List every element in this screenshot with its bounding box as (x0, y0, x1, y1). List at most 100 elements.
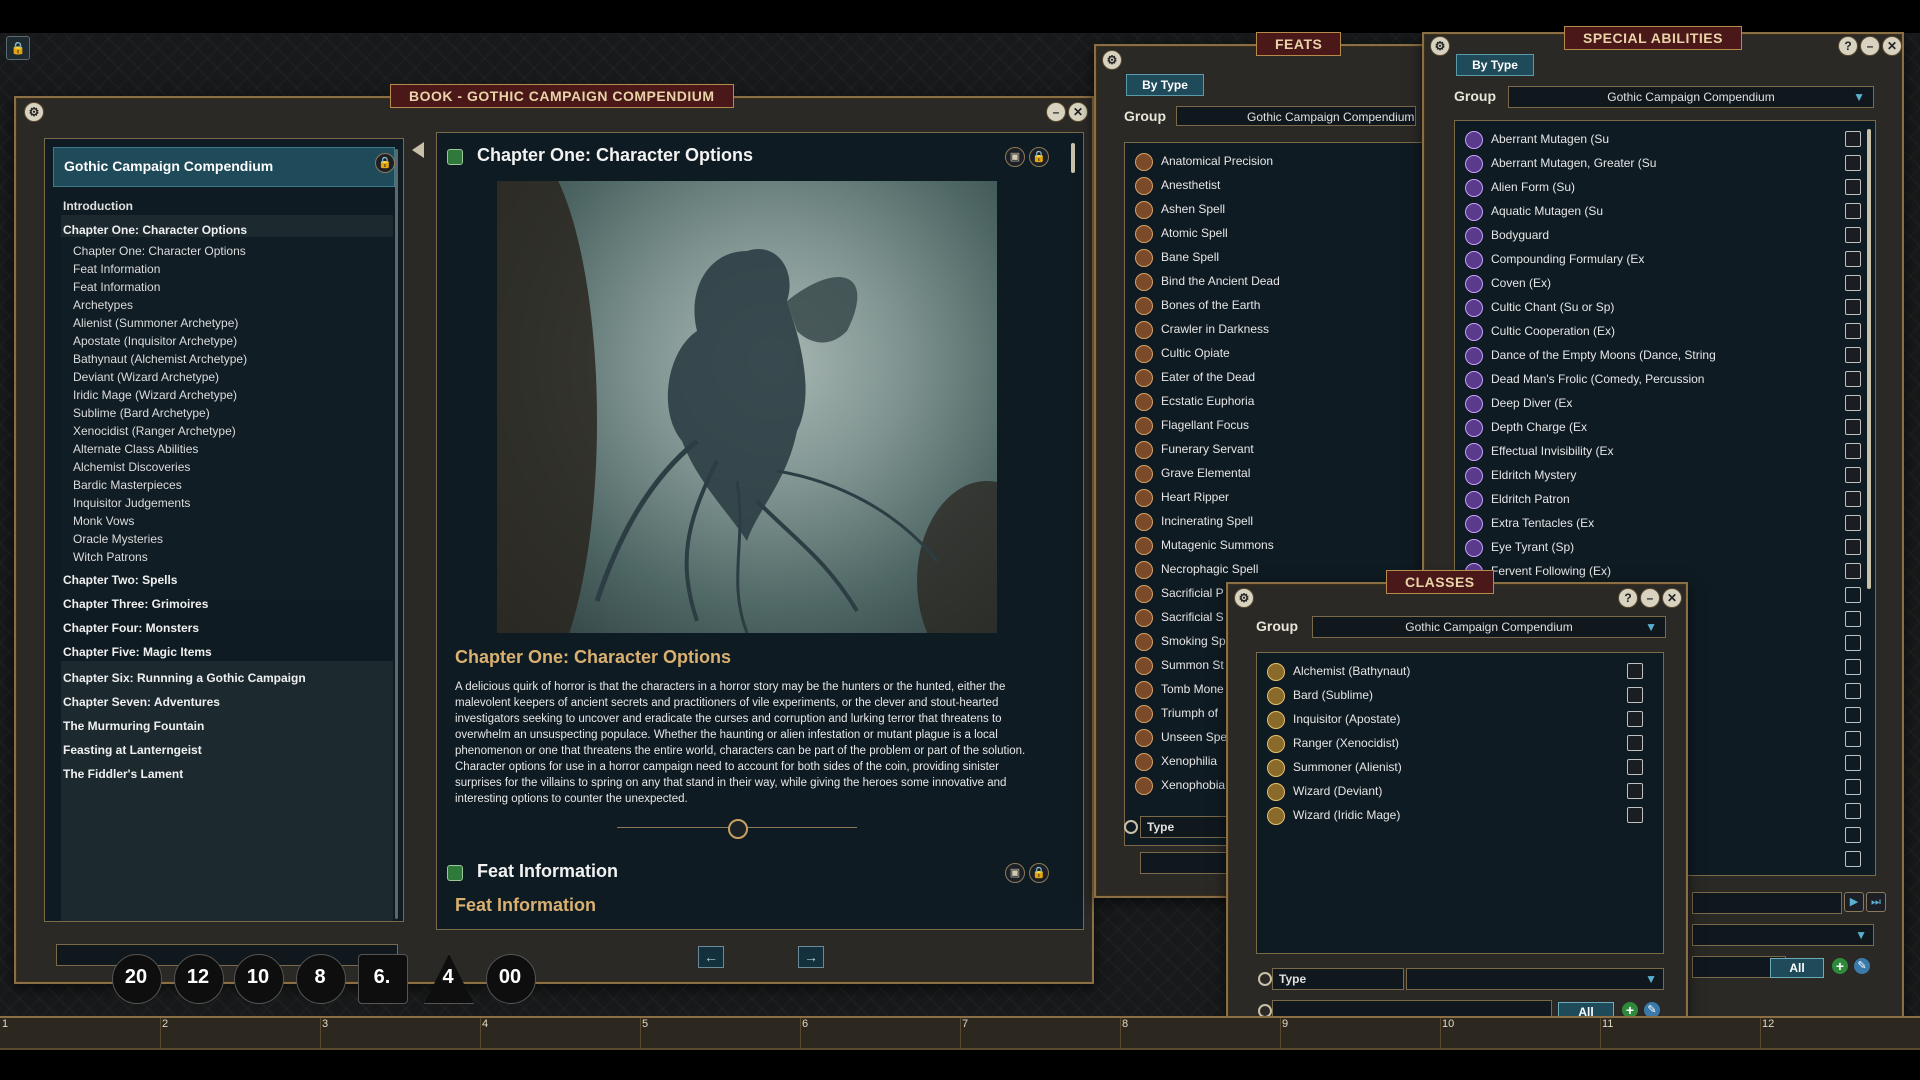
open-record-icon[interactable] (1627, 711, 1643, 727)
toc-scrollbar[interactable] (395, 149, 398, 919)
dropdown-chevron-icon[interactable]: ▼ (1855, 925, 1867, 945)
toc-lock-icon[interactable]: 🔒 (375, 153, 395, 173)
toc-entry[interactable]: Xenocidist (Ranger Archetype) (73, 424, 236, 438)
hotbar-slot[interactable]: 3 (320, 1018, 481, 1048)
toc-entry[interactable]: The Fiddler's Lament (63, 767, 183, 781)
toc-entry[interactable]: Apostate (Inquisitor Archetype) (73, 334, 237, 348)
toc-entry[interactable]: Chapter Four: Monsters (63, 621, 199, 635)
open-record-icon[interactable] (1845, 347, 1861, 363)
toc-entry[interactable]: Chapter One: Character Options (63, 223, 247, 237)
section-bullet-icon[interactable] (447, 149, 463, 165)
special-filter-select[interactable]: ▼ (1692, 924, 1874, 946)
open-record-icon[interactable] (1845, 515, 1861, 531)
open-record-icon[interactable] (1845, 803, 1861, 819)
next-page-icon[interactable]: ▶ (1844, 892, 1864, 912)
toc-entry[interactable]: Feat Information (73, 262, 160, 276)
last-page-icon[interactable]: ⏭ (1866, 892, 1886, 912)
open-record-icon[interactable] (1845, 587, 1861, 603)
die-d100[interactable]: 00 (482, 950, 538, 1006)
open-record-icon[interactable] (1845, 611, 1861, 627)
hotbar-slot[interactable]: 6 (800, 1018, 961, 1048)
open-record-icon[interactable] (1845, 491, 1861, 507)
hotbar-slot[interactable]: 7 (960, 1018, 1121, 1048)
add-icon[interactable]: + (1832, 958, 1848, 974)
toc-entry[interactable]: Chapter Three: Grimoires (63, 597, 208, 611)
open-record-icon[interactable] (1845, 779, 1861, 795)
special-tab-by-type[interactable]: By Type (1456, 54, 1534, 76)
close-icon[interactable]: ✕ (1882, 36, 1902, 56)
toc-entry[interactable]: Alienist (Summoner Archetype) (73, 316, 238, 330)
open-record-icon[interactable] (1845, 419, 1861, 435)
open-record-icon[interactable] (1845, 659, 1861, 675)
classes-group-select[interactable]: Gothic Campaign Compendium ▼ (1312, 616, 1666, 638)
toc-entry[interactable]: Monk Vows (73, 514, 134, 528)
close-icon[interactable]: ✕ (1068, 102, 1088, 122)
open-record-icon[interactable] (1845, 827, 1861, 843)
gear-icon[interactable]: ⚙ (24, 102, 44, 122)
section-bullet-icon[interactable] (447, 865, 463, 881)
open-record-icon[interactable] (1845, 635, 1861, 651)
die-d12[interactable]: 12 (170, 950, 226, 1006)
lock-icon[interactable]: 🔒 (6, 36, 30, 60)
toc-entry[interactable]: Iridic Mage (Wizard Archetype) (73, 388, 237, 402)
open-record-icon[interactable] (1845, 563, 1861, 579)
open-record-icon[interactable] (1845, 227, 1861, 243)
toc-entry[interactable]: Alternate Class Abilities (73, 442, 198, 456)
feats-tab-by-type[interactable]: By Type (1126, 74, 1204, 96)
classes-filter-select[interactable]: ▼ (1406, 968, 1664, 990)
gear-icon[interactable]: ⚙ (1102, 50, 1122, 70)
open-record-icon[interactable] (1845, 179, 1861, 195)
toc-entry[interactable]: The Murmuring Fountain (63, 719, 204, 733)
toc-entry[interactable]: Feasting at Lanterngeist (63, 743, 202, 757)
open-record-icon[interactable] (1845, 395, 1861, 411)
hotbar-slot[interactable]: 2 (160, 1018, 321, 1048)
die-d10[interactable]: 10 (230, 950, 286, 1006)
minimize-icon[interactable]: – (1860, 36, 1880, 56)
feats-window-title[interactable]: FEATS (1256, 32, 1342, 56)
copy-icon[interactable]: ▣ (1005, 147, 1025, 167)
toc-entry[interactable]: Chapter Seven: Adventures (63, 695, 220, 709)
toc-entry[interactable]: Feat Information (73, 280, 160, 294)
open-record-icon[interactable] (1845, 323, 1861, 339)
toc-entry[interactable]: Chapter Six: Runnning a Gothic Campaign (63, 671, 306, 685)
help-icon[interactable]: ? (1838, 36, 1858, 56)
classes-filter-field[interactable]: Type (1272, 968, 1404, 990)
open-record-icon[interactable] (1845, 467, 1861, 483)
die-d6[interactable]: 6. (354, 950, 410, 1006)
close-icon[interactable]: ✕ (1662, 588, 1682, 608)
open-record-icon[interactable] (1845, 443, 1861, 459)
special-page-field[interactable] (1692, 892, 1842, 914)
classes-window-title[interactable]: CLASSES (1386, 570, 1494, 594)
open-record-icon[interactable] (1845, 299, 1861, 315)
feats-group-select[interactable]: Gothic Campaign Compendium (1176, 106, 1416, 126)
toc-entry[interactable]: Bardic Masterpieces (73, 478, 182, 492)
open-record-icon[interactable] (1845, 275, 1861, 291)
die-d20[interactable]: 20 (108, 950, 164, 1006)
book-window-title[interactable]: BOOK - GOTHIC CAMPAIGN COMPENDIUM (390, 84, 734, 108)
open-record-icon[interactable] (1845, 683, 1861, 699)
toc-entry[interactable]: Oracle Mysteries (73, 532, 163, 546)
die-d8[interactable]: 8 (292, 950, 348, 1006)
special-scrollbar[interactable] (1867, 129, 1871, 589)
dropdown-chevron-icon[interactable]: ▼ (1853, 87, 1865, 107)
open-record-icon[interactable] (1627, 783, 1643, 799)
hotbar-slot[interactable]: 10 (1440, 1018, 1601, 1048)
open-record-icon[interactable] (1627, 663, 1643, 679)
toc-entry[interactable]: Bathynaut (Alchemist Archetype) (73, 352, 247, 366)
prev-page-button[interactable]: ← (698, 946, 724, 968)
toc-entry[interactable]: Introduction (63, 199, 133, 213)
open-record-icon[interactable] (1627, 759, 1643, 775)
open-record-icon[interactable] (1627, 807, 1643, 823)
toc-header[interactable]: Gothic Campaign Compendium (53, 147, 395, 187)
hotbar-slot[interactable]: 5 (640, 1018, 801, 1048)
open-record-icon[interactable] (1845, 371, 1861, 387)
copy-icon[interactable]: ▣ (1005, 863, 1025, 883)
special-group-select[interactable]: Gothic Campaign Compendium ▼ (1508, 86, 1874, 108)
open-record-icon[interactable] (1845, 155, 1861, 171)
special-all-button[interactable]: All (1770, 958, 1824, 978)
die-d4[interactable]: 4 (420, 950, 476, 1006)
lock-icon[interactable]: 🔒 (1029, 863, 1049, 883)
toc-entry[interactable]: Witch Patrons (73, 550, 148, 564)
hotbar-slot[interactable]: 11 (1600, 1018, 1761, 1048)
edit-icon[interactable]: ✎ (1854, 958, 1870, 974)
